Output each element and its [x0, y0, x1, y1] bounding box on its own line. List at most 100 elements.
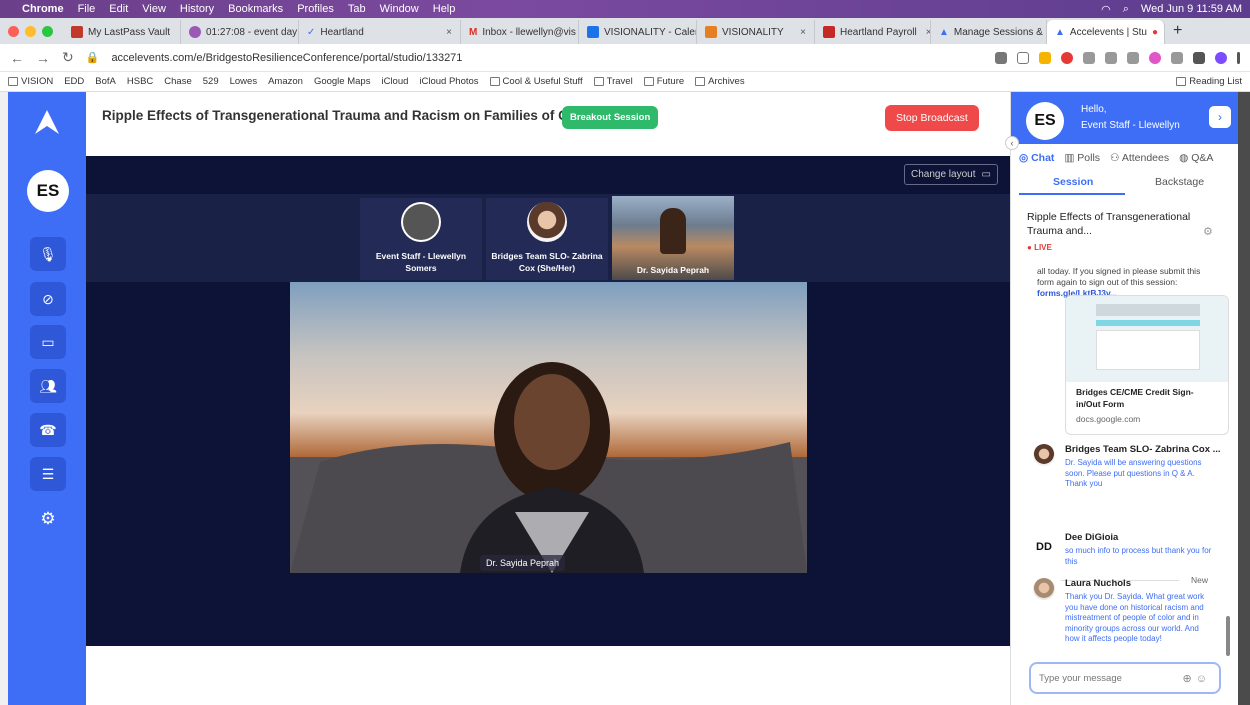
extension-icon[interactable]	[1039, 51, 1051, 64]
lock-icon[interactable]: 🔒	[86, 51, 100, 64]
participant-tile[interactable]: Bridges Team SLO- Zabrina Cox (She/Her)	[486, 198, 608, 280]
participant-name: Bridges Team SLO- Zabrina Cox (She/Her)	[491, 251, 603, 273]
add-attachment-icon[interactable]: ⊕	[1183, 673, 1196, 685]
browser-tab[interactable]: MInbox - llewellyn@vis×	[461, 20, 579, 44]
menubar-profiles[interactable]: Profiles	[297, 3, 334, 15]
puzzle-icon[interactable]	[1193, 51, 1205, 64]
extension-icon[interactable]	[1149, 51, 1161, 64]
subtab-session[interactable]: Session	[1053, 176, 1093, 188]
browser-tab[interactable]: My LastPass Vault×	[63, 20, 181, 44]
clock[interactable]: Wed Jun 9 11:59 AM	[1141, 3, 1242, 15]
bookmark-star-icon[interactable]	[1017, 51, 1029, 64]
menubar-bookmarks[interactable]: Bookmarks	[228, 3, 283, 15]
message-input[interactable]: Type your message ⊕☺	[1029, 662, 1221, 694]
bookmark-item[interactable]: Chase	[164, 76, 191, 87]
menubar-view[interactable]: View	[142, 3, 166, 15]
browser-tab[interactable]: Heartland Payroll ×	[815, 20, 931, 44]
browser-tab[interactable]: 01:27:08 - event day×	[181, 20, 299, 44]
screen-share-button[interactable]: ▭	[30, 325, 66, 359]
bookmark-item[interactable]: Lowes	[230, 76, 257, 87]
new-tab-icon[interactable]: +	[1165, 22, 1190, 40]
bookmark-item[interactable]: 529	[203, 76, 219, 87]
bookmark-item[interactable]: VISION	[8, 76, 53, 87]
bookmark-item[interactable]: iCloud Photos	[419, 76, 478, 87]
browser-tab[interactable]: ▲Manage Sessions & S×	[931, 20, 1047, 44]
browser-tab[interactable]: VISIONALITY ×	[697, 20, 815, 44]
kebab-menu-icon[interactable]	[1237, 51, 1240, 64]
gmail-icon: M	[469, 26, 478, 38]
browser-tab[interactable]: ✓ Heartland ×	[299, 20, 461, 44]
chat-message: Bridges Team SLO- Zabrina Cox ... Dr. Sa…	[1033, 444, 1229, 504]
menubar-app[interactable]: Chrome	[22, 3, 64, 15]
menubar-window[interactable]: Window	[380, 3, 419, 15]
wifi-icon[interactable]: ◠	[1101, 3, 1111, 16]
people-icon: ⚇	[1110, 152, 1120, 164]
bookmark-item[interactable]: EDD	[64, 76, 84, 87]
bookmark-item[interactable]: Google Maps	[314, 76, 371, 87]
tab-attendees[interactable]: ⚇ Attendees	[1110, 152, 1169, 164]
camera-off-button[interactable]: ⊘	[30, 282, 66, 316]
chevron-right-icon[interactable]: ›	[1209, 106, 1231, 128]
link-preview-card[interactable]: Bridges CE/CME Credit Sign-in/Out Form d…	[1065, 295, 1229, 435]
close-tab-icon[interactable]: ×	[446, 27, 452, 38]
bookmark-item[interactable]: HSBC	[127, 76, 153, 87]
camera-icon[interactable]	[995, 51, 1007, 64]
avatar[interactable]: ES	[1026, 102, 1064, 140]
url-field[interactable]: accelevents.com/e/BridgestoResilienceCon…	[111, 52, 983, 64]
bookmark-folder[interactable]: Future	[643, 76, 684, 87]
chat-session-title: Ripple Effects of Transgenerational Trau…	[1027, 211, 1191, 237]
menubar-history[interactable]: History	[180, 3, 214, 15]
emoji-icon[interactable]: ☺	[1196, 673, 1211, 685]
bookmark-folder[interactable]: Cool & Useful Stuff	[489, 76, 583, 87]
browser-tab-active[interactable]: ▲Accelevents | Stu●×	[1047, 20, 1165, 44]
back-icon[interactable]: ←	[10, 50, 24, 66]
tab-polls[interactable]: ▥ Polls	[1064, 152, 1100, 164]
tab-qa[interactable]: ◍ Q&A	[1179, 152, 1213, 164]
menubar-file[interactable]: File	[78, 3, 96, 15]
participant-tile[interactable]: Event Staff - Llewellyn Somers	[360, 198, 482, 280]
close-tab-icon[interactable]: ×	[800, 27, 806, 38]
extension-icon[interactable]	[1171, 51, 1183, 64]
bookmark-item[interactable]: BofA	[95, 76, 116, 87]
menubar-help[interactable]: Help	[433, 3, 456, 15]
subtab-backstage[interactable]: Backstage	[1155, 176, 1204, 188]
settings-button[interactable]: ⚙︎	[30, 502, 66, 536]
chat-messages: all today. If you signed in please submi…	[1011, 258, 1239, 658]
search-icon[interactable]: ⌕	[1123, 3, 1129, 16]
zoom-window-button[interactable]	[42, 25, 53, 37]
accelevents-logo-icon[interactable]	[33, 108, 61, 136]
change-layout-label: Change layout	[911, 169, 976, 180]
change-layout-button[interactable]: Change layout ▭	[904, 164, 998, 185]
browser-tab[interactable]: VISIONALITY - Calen×	[579, 20, 697, 44]
avatar[interactable]: ES	[27, 170, 69, 212]
participants-button[interactable]: 👥︎	[30, 369, 66, 403]
tab-chat[interactable]: ◎ Chat	[1019, 152, 1054, 164]
bookmark-item[interactable]: Amazon	[268, 76, 303, 87]
participant-tile-video[interactable]: Dr. Sayida Peprah	[612, 196, 734, 280]
extension-icon[interactable]	[1127, 51, 1139, 64]
collapse-sidebar-icon[interactable]: ‹	[1005, 136, 1019, 150]
stop-broadcast-button[interactable]: Stop Broadcast	[885, 105, 979, 131]
close-window-button[interactable]	[8, 25, 19, 37]
profile-icon[interactable]	[1215, 51, 1227, 64]
leave-call-button[interactable]: ☎︎	[30, 413, 66, 447]
mute-microphone-button[interactable]: 🎙︎	[30, 237, 66, 271]
menubar-tab[interactable]: Tab	[348, 3, 366, 15]
layout-button[interactable]: ☰	[30, 457, 66, 491]
minimize-window-button[interactable]	[25, 25, 36, 37]
gear-icon[interactable]: ⚙︎	[1203, 225, 1213, 238]
forward-icon[interactable]: →	[36, 50, 50, 66]
studio-left-nav: ES 🎙︎ ⊘ ▭ 👥︎ ☎︎ ☰ ⚙︎	[8, 92, 86, 705]
adblock-icon[interactable]	[1061, 51, 1073, 64]
reload-icon[interactable]: ↻	[62, 49, 74, 66]
main-video[interactable]: Dr. Sayida Peprah	[290, 282, 807, 573]
extension-icon[interactable]	[1105, 51, 1117, 64]
bookmark-folder[interactable]: Travel	[593, 76, 633, 87]
bookmark-folder[interactable]: Archives	[695, 76, 745, 87]
extension-icon[interactable]	[1083, 51, 1095, 64]
menubar-edit[interactable]: Edit	[109, 3, 128, 15]
participant-strip: Event Staff - Llewellyn Somers Bridges T…	[86, 194, 1010, 282]
chat-scrollbar[interactable]	[1226, 616, 1230, 656]
reading-list[interactable]: Reading List	[1176, 76, 1242, 87]
bookmark-item[interactable]: iCloud	[381, 76, 408, 87]
